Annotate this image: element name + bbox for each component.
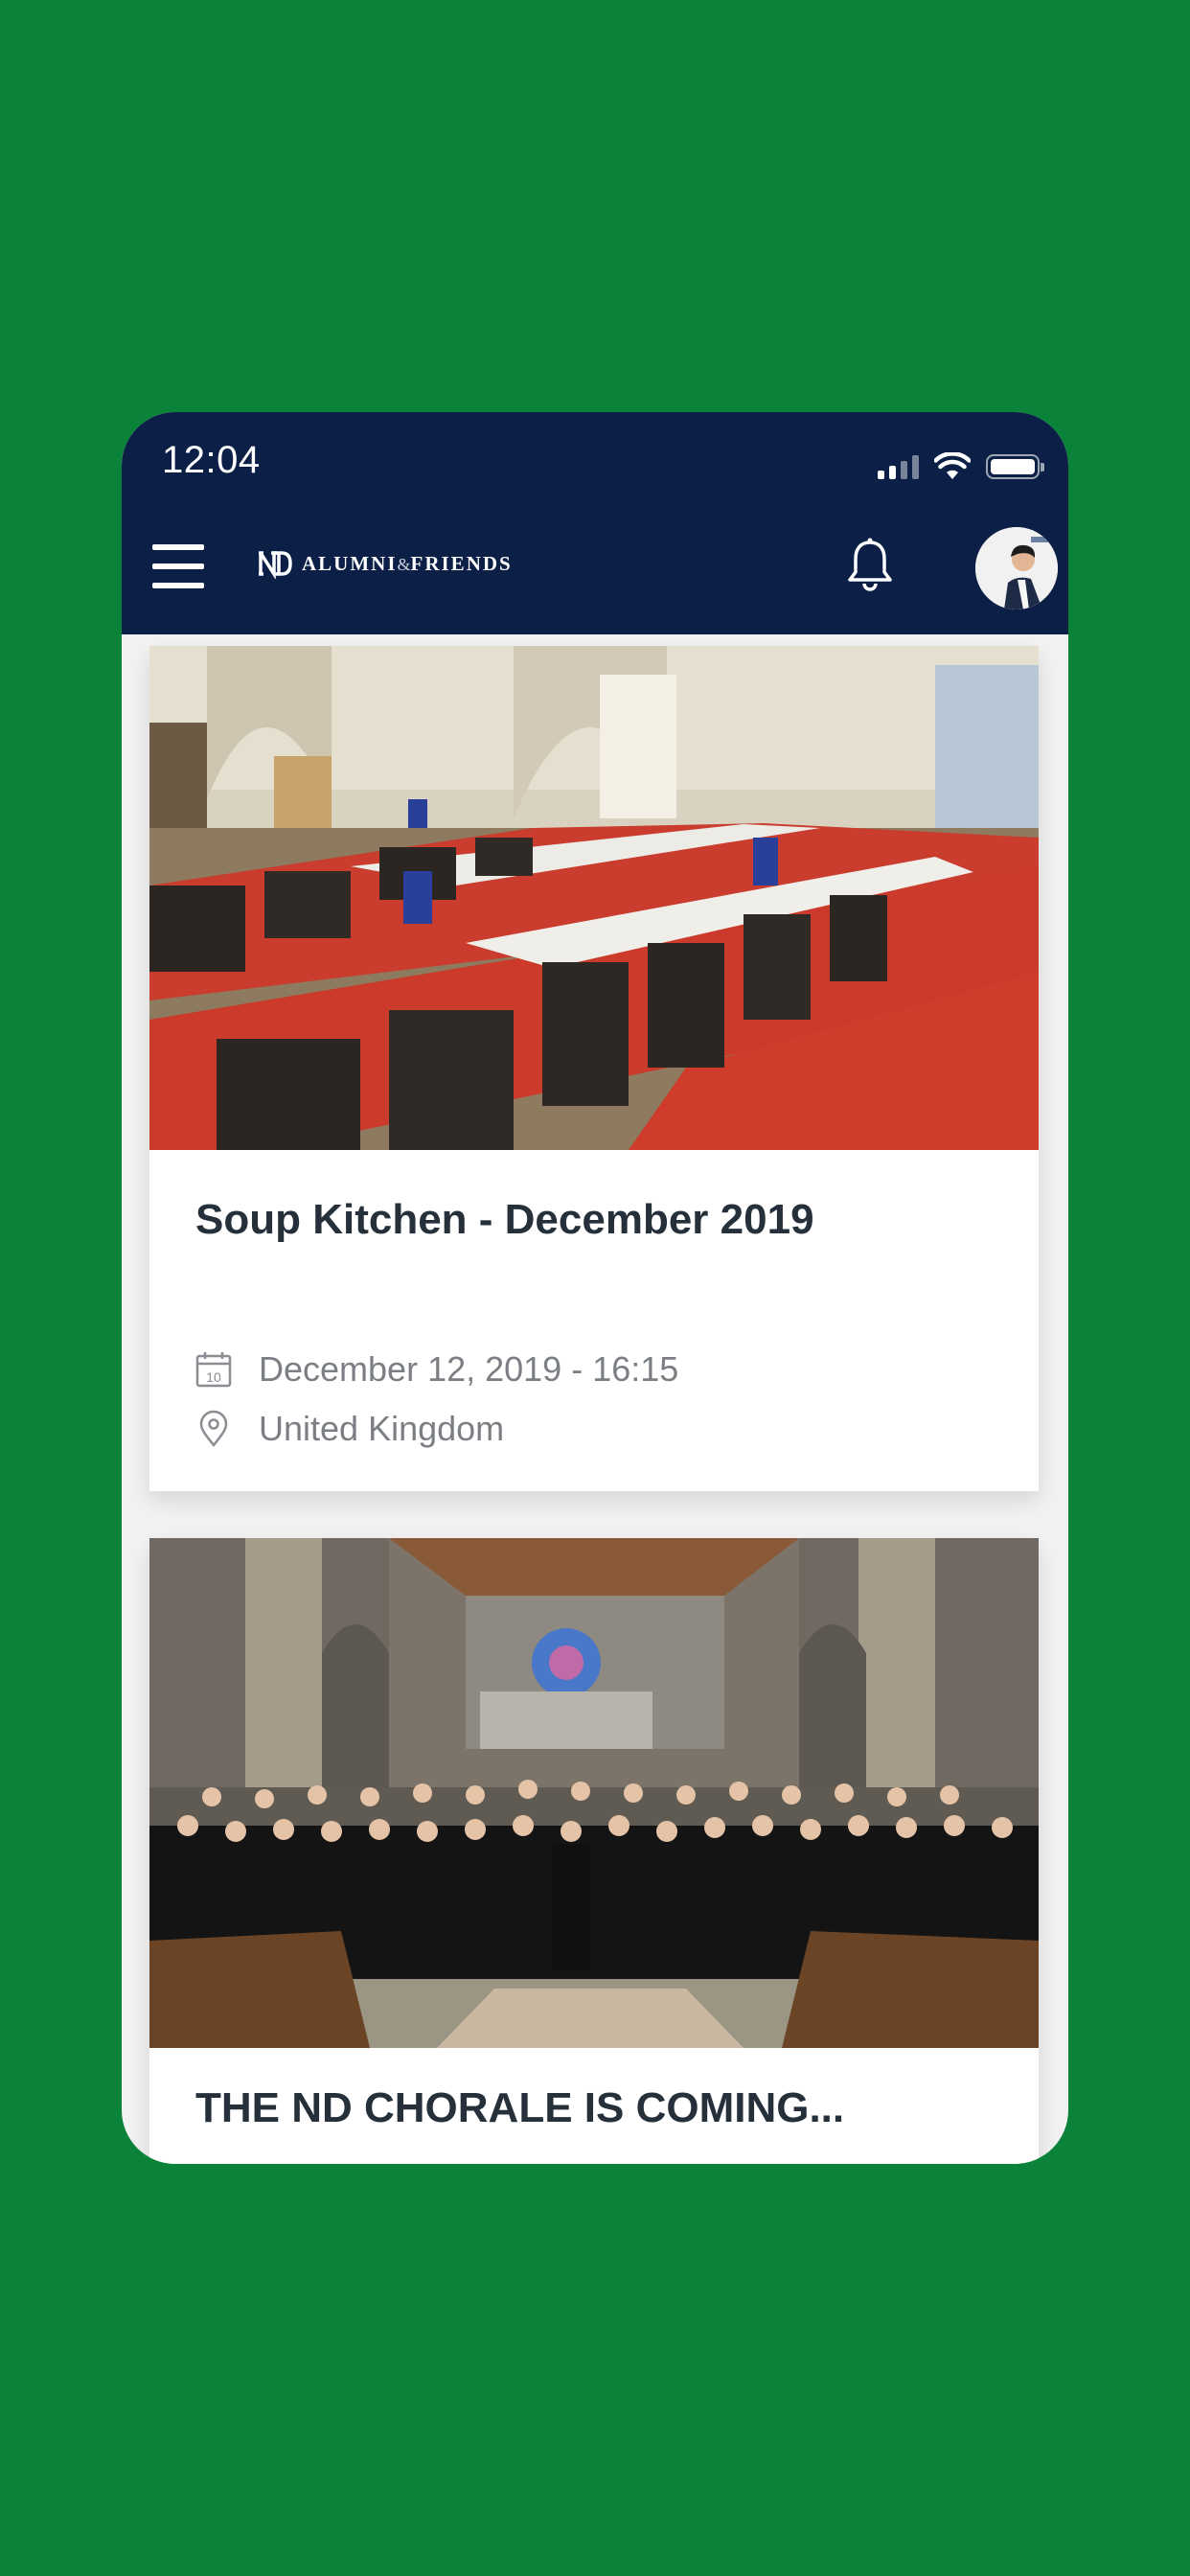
event-image xyxy=(149,646,1039,1150)
hamburger-menu-icon xyxy=(152,544,204,550)
notifications-button[interactable] xyxy=(844,537,896,594)
svg-text:10: 10 xyxy=(206,1369,221,1385)
event-image xyxy=(149,1538,1039,2048)
avatar-image xyxy=(975,527,1058,610)
event-location-row: United Kingdom xyxy=(194,1409,504,1449)
user-avatar[interactable] xyxy=(975,527,1058,610)
nd-monogram-icon xyxy=(259,551,292,579)
event-title: THE ND CHORALE IS COMING... xyxy=(195,2084,845,2131)
event-date-row: 10 December 12, 2019 - 16:15 xyxy=(194,1349,678,1390)
calendar-icon: 10 xyxy=(194,1349,234,1390)
brand-name: ALUMNI&FRIENDS xyxy=(302,551,513,575)
location-pin-icon xyxy=(194,1409,234,1449)
brand-logo[interactable]: ALUMNI&FRIENDS xyxy=(258,548,513,579)
event-title: Soup Kitchen - December 2019 xyxy=(195,1196,814,1243)
cellular-signal-icon xyxy=(878,454,919,479)
battery-icon xyxy=(986,454,1044,479)
event-card[interactable]: THE ND CHORALE IS COMING... xyxy=(149,1538,1039,2164)
event-card[interactable]: Soup Kitchen - December 2019 10 December… xyxy=(149,646,1039,1491)
status-icons xyxy=(878,450,1044,483)
bell-icon xyxy=(848,538,892,591)
event-location: United Kingdom xyxy=(259,1409,505,1448)
status-time: 12:04 xyxy=(162,439,261,481)
phone-frame: 12:04 ALUMNI&FRIENDS Soup Kitchen - Dece… xyxy=(122,412,1068,2164)
menu-button[interactable] xyxy=(152,544,206,590)
app-header: 12:04 ALUMNI&FRIENDS xyxy=(122,412,1068,634)
wifi-icon xyxy=(934,452,971,479)
event-date: December 12, 2019 - 16:15 xyxy=(259,1349,679,1389)
events-feed[interactable]: Soup Kitchen - December 2019 10 December… xyxy=(122,634,1068,2164)
